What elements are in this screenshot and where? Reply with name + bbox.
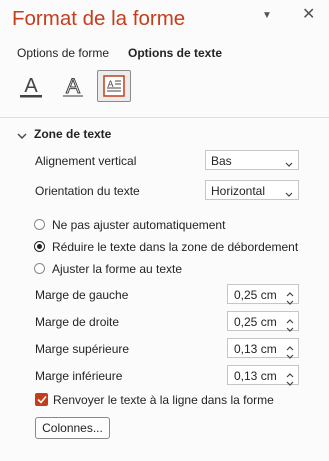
svg-text:A: A [24, 75, 38, 97]
svg-text:A: A [66, 75, 80, 98]
autofit-none-label[interactable]: Ne pas ajuster automatiquement [52, 218, 225, 232]
vertical-alignment-value: Bas [211, 154, 232, 168]
vertical-alignment-label: Alignement vertical [35, 154, 137, 168]
text-direction-select[interactable]: Horizontal [205, 180, 299, 200]
divider [0, 117, 329, 118]
resize-shape-to-fit-label[interactable]: Ajuster la forme au texte [52, 262, 182, 276]
spin-down-icon[interactable] [286, 295, 294, 309]
top-margin-label: Marge supérieure [35, 342, 130, 356]
columns-button[interactable]: Colonnes... [35, 417, 110, 439]
shrink-text-on-overflow-label[interactable]: Réduire le texte dans la zone de déborde… [52, 240, 298, 254]
spin-down-icon[interactable] [286, 376, 294, 390]
tab-shape-options[interactable]: Options de forme [17, 46, 109, 60]
vertical-alignment-select[interactable]: Bas [205, 150, 299, 170]
text-direction-label: Orientation du texte [35, 184, 140, 198]
section-title[interactable]: Zone de texte [34, 127, 111, 141]
tab-text-options[interactable]: Options de texte [128, 46, 222, 60]
left-margin-value[interactable]: 0,25 cm [234, 288, 277, 302]
right-margin-spinner[interactable]: 0,25 cm [227, 311, 299, 332]
pane-title: Format de la forme [12, 7, 186, 30]
chevron-down-icon [285, 187, 293, 201]
left-margin-spinner[interactable]: 0,25 cm [227, 284, 299, 305]
bottom-margin-label: Marge inférieure [35, 369, 123, 383]
spin-down-icon[interactable] [286, 349, 294, 363]
left-margin-label: Marge de gauche [35, 288, 129, 302]
top-margin-value[interactable]: 0,13 cm [234, 342, 277, 356]
text-fill-outline-icon[interactable]: A [14, 70, 48, 102]
task-pane-options-chevron-icon[interactable]: ▼ [262, 10, 272, 21]
text-direction-value: Horizontal [211, 184, 266, 198]
right-margin-value[interactable]: 0,25 cm [234, 315, 277, 329]
chevron-down-icon[interactable] [17, 129, 27, 143]
text-effects-icon[interactable]: A [56, 70, 90, 102]
spin-down-icon[interactable] [286, 322, 294, 336]
autofit-none-radio[interactable] [34, 219, 45, 230]
wrap-text-checkbox[interactable] [35, 393, 48, 406]
wrap-text-label[interactable]: Renvoyer le texte à la ligne dans la for… [53, 393, 274, 407]
shrink-text-on-overflow-radio[interactable] [34, 241, 45, 252]
resize-shape-to-fit-radio[interactable] [34, 263, 45, 274]
chevron-down-icon [285, 157, 293, 171]
bottom-margin-spinner[interactable]: 0,13 cm [227, 365, 299, 386]
top-margin-spinner[interactable]: 0,13 cm [227, 338, 299, 359]
close-icon[interactable]: ✕ [302, 7, 315, 23]
text-box-icon[interactable]: A [97, 70, 131, 102]
right-margin-label: Marge de droite [35, 315, 120, 329]
bottom-margin-value[interactable]: 0,13 cm [234, 369, 277, 383]
